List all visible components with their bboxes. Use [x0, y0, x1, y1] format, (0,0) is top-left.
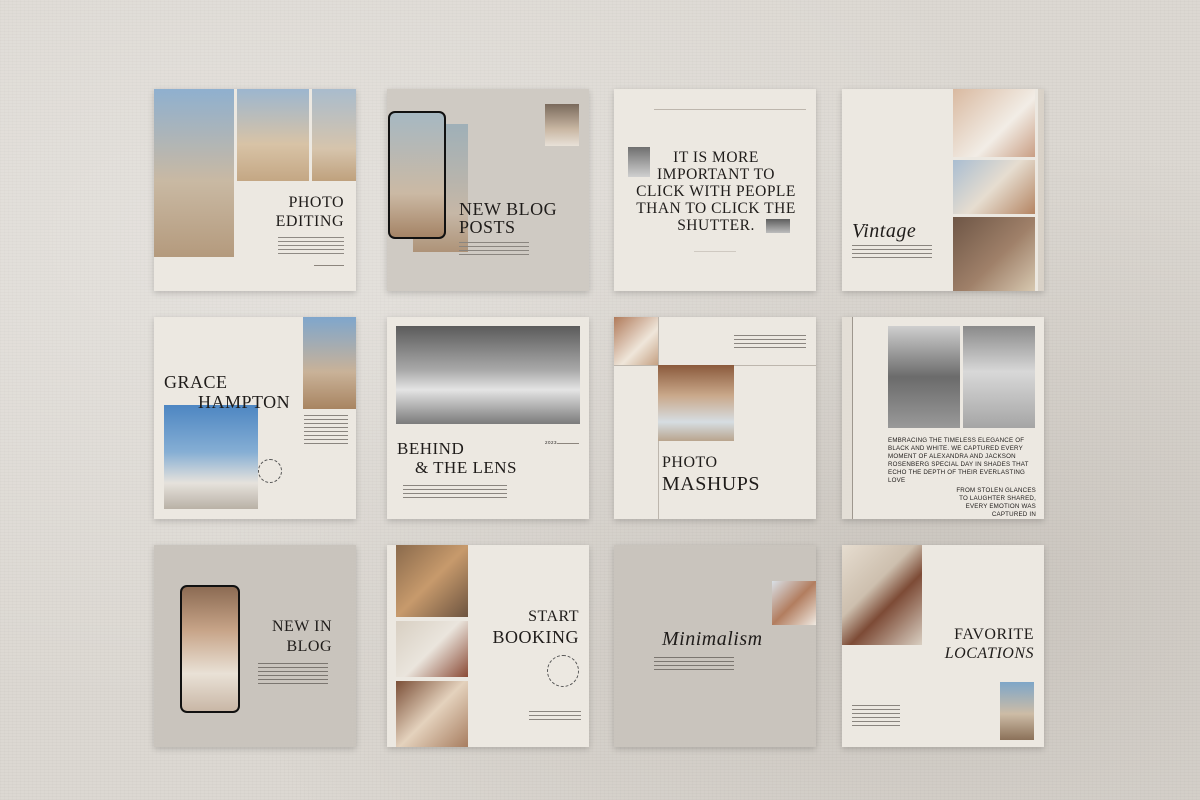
- photo-bw-couple-embrace: [963, 326, 1035, 428]
- strip-rule: [852, 317, 853, 519]
- card-behind-the-lens[interactable]: BEHIND & THE LENS 2023: [387, 317, 589, 519]
- vintage-title: Vintage: [852, 220, 917, 242]
- favorite-line2: LOCATIONS: [944, 645, 1034, 662]
- photo-small-dress: [545, 104, 579, 146]
- booking-line2: BOOKING: [492, 627, 579, 647]
- photo-woman-fence: [164, 405, 258, 509]
- placeholder-paragraph: [529, 711, 581, 723]
- placeholder-paragraph: [852, 705, 900, 729]
- placeholder-paragraph: [403, 485, 507, 499]
- card-favorite-locations[interactable]: FAVORITE LOCATIONS: [842, 545, 1044, 747]
- bw-paragraph-1: EMBRACING THE TIMELESS ELEGANCE OF BLACK…: [888, 437, 1029, 484]
- favorite-line1: FAVORITE: [954, 626, 1034, 643]
- photo-door: [396, 621, 468, 677]
- placeholder-paragraph: [734, 335, 806, 349]
- photo-woman-jacket: [658, 365, 734, 441]
- photo-bw-woman: [396, 326, 580, 424]
- phone-mockup: [180, 585, 240, 713]
- placeholder-paragraph: [654, 657, 734, 671]
- placeholder-paragraph: [278, 237, 344, 257]
- card-minimalism[interactable]: Minimalism: [614, 545, 816, 747]
- photo-stone-wall: [842, 545, 922, 645]
- mashups-line2: MASHUPS: [662, 473, 760, 495]
- photo-beach-walk: [312, 89, 356, 181]
- new-blog-line2: POSTS: [459, 217, 516, 237]
- card-new-in-blog[interactable]: NEW IN BLOG: [154, 545, 356, 747]
- photo-hands: [614, 317, 658, 365]
- card-grace-hampton[interactable]: GRACE HAMPTON: [154, 317, 356, 519]
- behind-line1: BEHIND: [397, 439, 465, 458]
- card-new-blog-posts[interactable]: NEW BLOG POSTS: [387, 89, 589, 291]
- phone-screen-photo: [182, 587, 238, 711]
- placeholder-paragraph: [304, 415, 348, 445]
- photo-woman-horse: [303, 317, 356, 409]
- circular-badge: [258, 459, 282, 483]
- bw-paragraph-2: FROM STOLEN GLANCES TO LAUGHTER SHARED, …: [956, 487, 1036, 518]
- card-photo-mashups[interactable]: PHOTO MASHUPS: [614, 317, 816, 519]
- edge-strip: [1038, 89, 1044, 291]
- grace-line2: HAMPTON: [198, 392, 291, 412]
- photo-hands-hair: [772, 581, 816, 625]
- photo-woman-dunes: [237, 89, 309, 181]
- photo-editing-line2: EDITING: [275, 213, 344, 230]
- placeholder-paragraph: [459, 242, 529, 258]
- new-in-line2: BLOG: [286, 638, 332, 655]
- behind-year: 2023: [545, 440, 558, 445]
- photo-lace-top: [396, 681, 468, 747]
- placeholder-paragraph: [852, 245, 932, 259]
- phone-mockup: [388, 111, 446, 239]
- quote-text: IT IS MORE IMPORTANT TO CLICK WITH PEOPL…: [636, 149, 796, 234]
- top-rule: [654, 109, 806, 110]
- new-blog-line1: NEW BLOG: [459, 199, 558, 219]
- mockup-stage: PHOTO EDITING NEW BLOG POSTS IT IS MORE …: [0, 0, 1200, 800]
- grace-line1: GRACE: [164, 372, 228, 392]
- card-vintage[interactable]: Vintage: [842, 89, 1044, 291]
- divider: [314, 265, 344, 266]
- photo-drinks: [953, 89, 1035, 157]
- booking-line1: START: [528, 608, 579, 625]
- card-photo-editing[interactable]: PHOTO EDITING: [154, 89, 356, 291]
- photo-pumpkins: [396, 545, 468, 617]
- minimalism-title: Minimalism: [662, 628, 763, 650]
- card-start-booking[interactable]: START BOOKING: [387, 545, 589, 747]
- placeholder-paragraph: [258, 663, 328, 685]
- card-black-white[interactable]: EMBRACING THE TIMELESS ELEGANCE OF BLACK…: [842, 317, 1044, 519]
- photo-bw-couple-stairs: [888, 326, 960, 428]
- mashups-line1: PHOTO: [662, 454, 718, 471]
- photo-woman-sitting: [154, 89, 234, 257]
- new-in-line1: NEW IN: [271, 618, 332, 635]
- author-rule: [694, 251, 736, 252]
- photo-hat-shoes: [953, 160, 1035, 214]
- photo-flowers-table: [953, 217, 1035, 291]
- photo-editing-line1: PHOTO: [288, 194, 344, 211]
- behind-line2: & THE LENS: [415, 458, 517, 477]
- circular-badge: [547, 655, 579, 687]
- vertical-strip: [842, 317, 852, 519]
- phone-screen-photo: [390, 113, 444, 237]
- card-quote[interactable]: IT IS MORE IMPORTANT TO CLICK WITH PEOPL…: [614, 89, 816, 291]
- year-rule: [557, 443, 579, 444]
- photo-couple-horse: [1000, 682, 1034, 740]
